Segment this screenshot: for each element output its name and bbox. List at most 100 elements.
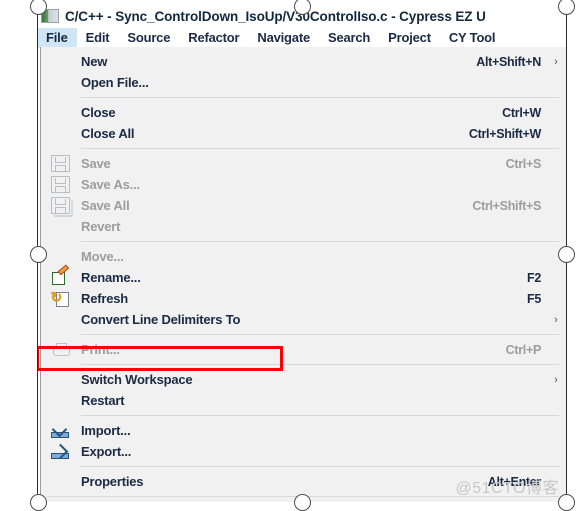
menu-item-revert: Revert › [41,216,567,237]
menu-arrow-spacer: › [549,107,567,119]
menu-arrow-spacer: › [549,179,567,191]
menu-item-icon-slot [41,216,79,237]
watermark: @51CTO博客 [455,480,559,497]
menu-item-switch-workspace[interactable]: Switch Workspace › [41,369,567,390]
resize-handle-middle-left[interactable] [30,246,47,263]
print-icon [52,342,70,357]
menu-item-label: Export... [81,444,132,459]
menu-item-import[interactable]: Import... › [41,420,567,441]
export-icon [51,445,69,459]
menu-arrow-spacer: › [549,293,567,305]
resize-handle-top-right[interactable] [558,0,575,15]
menubar-item-refactor[interactable]: Refactor [179,28,248,47]
menu-item-icon-slot [41,471,79,492]
menubar-item-file[interactable]: File [37,27,77,47]
menu-item-icon-slot [41,288,79,309]
menu-item-label: Close [81,105,116,120]
resize-handle-bottom-left[interactable] [30,494,47,511]
menu-arrow-spacer: › [549,77,567,89]
menu-item-convert-line-delimiters-to[interactable]: Convert Line Delimiters To › [41,309,567,330]
menu-item-restart[interactable]: Restart › [41,390,567,411]
menu-arrow-spacer: › [549,344,567,356]
resize-handle-bottom-center[interactable] [294,494,311,511]
menu-separator [81,241,559,242]
menu-arrow-spacer: › [549,425,567,437]
menu-arrow-spacer: › [549,446,567,458]
menu-item-shortcut: Ctrl+P [505,342,542,357]
menu-item-refresh[interactable]: Refresh F5 › [41,288,567,309]
menubar-item-search[interactable]: Search [319,28,379,47]
submenu-chevron-right-icon: › [554,313,558,326]
menu-item-save-as: Save As... › [41,174,567,195]
screenshot-image: C/C++ - Sync_ControlDown_IsoUp/V30Contro… [37,5,567,502]
menu-separator [81,334,559,335]
menu-arrow-spacer: › [549,158,567,170]
menu-item-label: Revert [81,219,121,234]
menu-item-close[interactable]: Close Ctrl+W › [41,102,567,123]
menu-item-shortcut: F5 [527,291,541,306]
menu-item-shortcut: Ctrl+S [505,156,542,171]
menu-separator [81,97,559,98]
menubar-item-project[interactable]: Project [379,28,440,47]
menu-item-icon-slot [41,267,79,288]
menu-item-icon-slot [41,339,79,360]
resize-handle-bottom-right[interactable] [558,494,575,511]
menu-item-label: Print... [81,342,120,357]
menu-bar: File Edit Source Refactor Navigate Search Proj… [37,27,567,48]
save-icon [50,155,70,172]
menu-item-shortcut: Ctrl+Shift+S [472,198,541,213]
menubar-item-cy-tool[interactable]: CY Tool [440,28,505,47]
menu-item-icon-slot [41,309,79,330]
menu-item-label: Open File... [81,75,149,90]
file-dropdown-menu: New Alt+Shift+N › Open File... › Close Ctrl+W ›… [40,47,567,502]
menu-item-export[interactable]: Export... › [41,441,567,462]
menubar-item-navigate[interactable]: Navigate [248,28,319,47]
menu-arrow-spacer: › [549,128,567,140]
save-as-icon [50,176,70,193]
refresh-icon [51,289,69,307]
save-all-icon [50,197,70,214]
menu-item-label: Convert Line Delimiters To [81,312,241,327]
menu-separator [81,415,559,416]
menu-arrow-spacer: › [549,200,567,212]
menu-item-label: Properties [81,474,144,489]
menu-item-close-all[interactable]: Close All Ctrl+Shift+W › [41,123,567,144]
menu-arrow-spacer: › [549,272,567,284]
menu-item-icon-slot [41,195,79,216]
menu-item-save-all: Save All Ctrl+Shift+S › [41,195,567,216]
menu-item-rename[interactable]: Rename... F2 › [41,267,567,288]
menu-separator [81,148,559,149]
menu-item-label: Rename... [81,270,141,285]
menu-item-save: Save Ctrl+S › [41,153,567,174]
menu-item-icon-slot [41,369,79,390]
menu-item-icon-slot [41,51,79,72]
submenu-chevron-right-icon: › [554,373,558,386]
menu-item-label: Import... [81,423,131,438]
menu-item-icon-slot [41,174,79,195]
menu-item-label: New [81,54,108,69]
menu-item-shortcut: Ctrl+W [502,105,541,120]
menu-separator [81,466,559,467]
menu-item-icon-slot [41,390,79,411]
menu-item-label: Move... [81,249,124,264]
menu-item-new[interactable]: New Alt+Shift+N › [41,51,567,72]
menu-separator [81,364,559,365]
menu-item-icon-slot [41,153,79,174]
menu-item-open-file[interactable]: Open File... › [41,72,567,93]
menu-item-icon-slot [41,72,79,93]
menu-item-icon-slot [41,420,79,441]
menu-item-label: Save As... [81,177,140,192]
window-title: C/C++ - Sync_ControlDown_IsoUp/V30Contro… [65,8,486,24]
resize-handle-middle-right[interactable] [558,246,575,263]
menu-item-icon-slot [41,123,79,144]
menu-item-shortcut: F2 [527,270,541,285]
menubar-item-source[interactable]: Source [118,28,179,47]
menu-item-icon-slot [41,441,79,462]
menubar-item-edit[interactable]: Edit [77,28,119,47]
menu-item-label: Save All [81,198,130,213]
menu-item-icon-slot [41,102,79,123]
menu-arrow-spacer: › [549,221,567,233]
menu-item-label: Save [81,156,111,171]
menu-item-label: Restart [81,393,125,408]
menu-item-label: Refresh [81,291,129,306]
